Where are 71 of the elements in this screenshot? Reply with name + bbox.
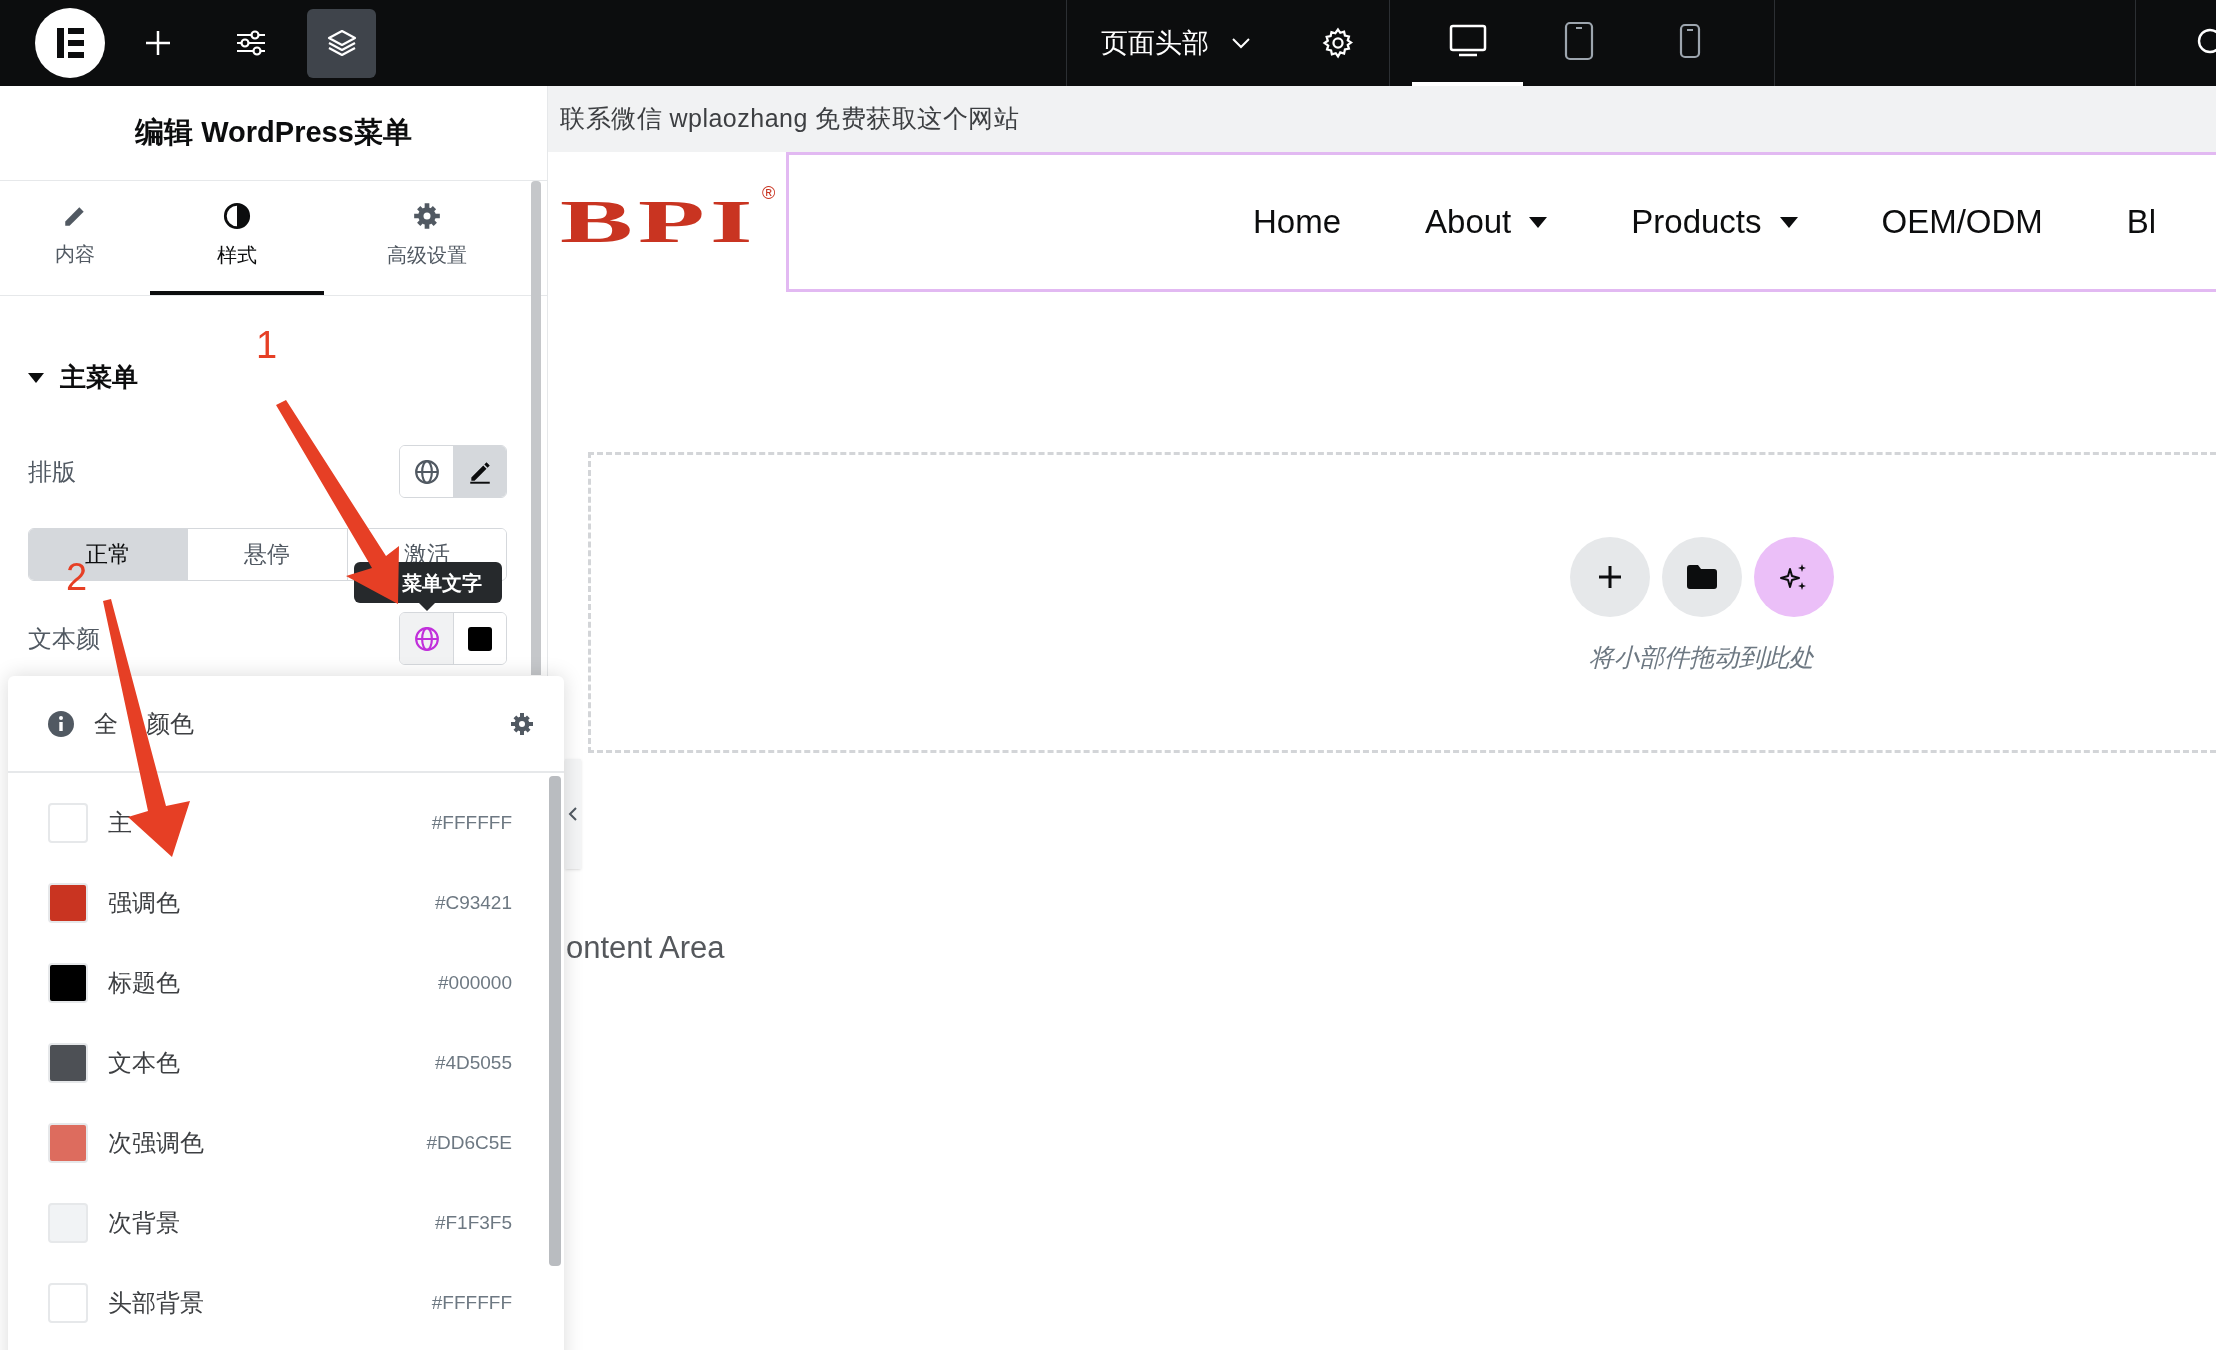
popover-title: 颜色 bbox=[146, 708, 194, 739]
text-color-label: 文本颜 bbox=[28, 623, 100, 654]
color-name: 标题色 bbox=[108, 968, 180, 998]
nav-link[interactable]: Products bbox=[1631, 197, 1798, 247]
add-icon bbox=[1596, 564, 1623, 590]
sliders-icon[interactable] bbox=[235, 28, 267, 58]
settings-icon[interactable] bbox=[1321, 26, 1355, 60]
global-colors-button[interactable] bbox=[400, 613, 453, 664]
color-hex: #FFFFFF bbox=[431, 810, 512, 835]
tooltip-pointer bbox=[418, 602, 436, 611]
nav-link[interactable]: Home bbox=[1253, 197, 1342, 247]
contrast-icon bbox=[223, 202, 251, 230]
color-list-item[interactable]: 标题色 #000000 bbox=[8, 943, 564, 1023]
panel-tab[interactable]: 样式 bbox=[150, 181, 324, 295]
panel-title: 编辑 WordPress菜单 bbox=[0, 86, 547, 181]
caret-down-icon bbox=[28, 372, 44, 383]
tablet-icon bbox=[1563, 21, 1594, 61]
chevron-down-icon bbox=[1231, 37, 1251, 49]
color-swatch bbox=[468, 626, 492, 651]
globe-icon bbox=[413, 458, 440, 485]
content-area-label: ontent Area bbox=[566, 929, 726, 967]
add-icon[interactable] bbox=[143, 28, 173, 58]
panel-tab[interactable]: 内容 bbox=[0, 181, 150, 295]
caret-down-icon bbox=[1779, 216, 1798, 228]
color-list-item[interactable]: 文本色 #4D5055 bbox=[8, 1023, 564, 1103]
globe-icon bbox=[413, 625, 440, 652]
color-name: 强调色 bbox=[108, 888, 180, 918]
color-hex: #4D5055 bbox=[434, 1050, 512, 1075]
section-header[interactable]: 主菜单 bbox=[28, 358, 138, 397]
color-name: 主 bbox=[108, 808, 132, 838]
color-hex: #C93421 bbox=[434, 890, 512, 915]
info-icon[interactable] bbox=[48, 710, 74, 737]
color-list-item[interactable]: 次强调色 #DD6C5E bbox=[8, 1103, 564, 1183]
typography-label: 排版 bbox=[28, 456, 76, 487]
desktop-icon bbox=[1448, 24, 1487, 58]
settings-icon bbox=[412, 202, 441, 230]
color-hex: #000000 bbox=[438, 970, 512, 995]
color-swatch-button[interactable] bbox=[453, 613, 506, 664]
announcement-text: 联系微信 wplaozhang 免费获取这个网站 bbox=[548, 86, 2216, 152]
scrollbar[interactable] bbox=[549, 776, 561, 1266]
color-name: 次背景 bbox=[108, 1208, 180, 1238]
color-name: 次强调色 bbox=[108, 1128, 204, 1158]
color-name: 文本色 bbox=[108, 1048, 180, 1078]
color-list-item[interactable]: 主 #FFFFFF bbox=[8, 783, 564, 863]
annotation-number: 1 bbox=[256, 326, 278, 364]
color-hex: #F1F3F5 bbox=[434, 1210, 512, 1235]
panel-tab[interactable]: 高级设置 bbox=[324, 181, 529, 295]
nav-link[interactable]: OEM/ODM bbox=[1881, 197, 2043, 247]
color-list-item[interactable]: 次背景 #F1F3F5 bbox=[8, 1183, 564, 1263]
drop-hint: 将小部件拖动到此处 bbox=[1589, 642, 1814, 673]
scrollbar[interactable] bbox=[531, 181, 541, 675]
layers-icon bbox=[325, 27, 358, 59]
color-name: 头部背景 bbox=[108, 1288, 204, 1318]
folder-icon bbox=[1685, 564, 1718, 590]
layers-button[interactable] bbox=[307, 8, 376, 78]
site-logo[interactable]: BPI bbox=[560, 191, 758, 253]
logo-icon[interactable] bbox=[35, 8, 105, 78]
color-hex: #DD6C5E bbox=[426, 1130, 512, 1155]
color-list-item[interactable]: 强调色 #C93421 bbox=[8, 863, 564, 943]
mobile-icon bbox=[1678, 23, 1701, 59]
popover-title: 全 bbox=[94, 708, 118, 739]
color-hex: #FFFFFF bbox=[431, 1290, 512, 1315]
color-list-item[interactable]: 头部背景 #FFFFFF bbox=[8, 1263, 564, 1343]
registered-mark: ® bbox=[762, 184, 776, 202]
nav-link[interactable]: Bl bbox=[2126, 197, 2157, 247]
edit-button[interactable] bbox=[453, 446, 506, 497]
caret-down-icon bbox=[1529, 216, 1548, 228]
nav-link[interactable]: About bbox=[1425, 197, 1548, 247]
document-title-dropdown[interactable]: 页面头部 bbox=[1101, 22, 1251, 64]
chevron-icon bbox=[568, 806, 578, 822]
settings-icon[interactable] bbox=[510, 711, 534, 736]
